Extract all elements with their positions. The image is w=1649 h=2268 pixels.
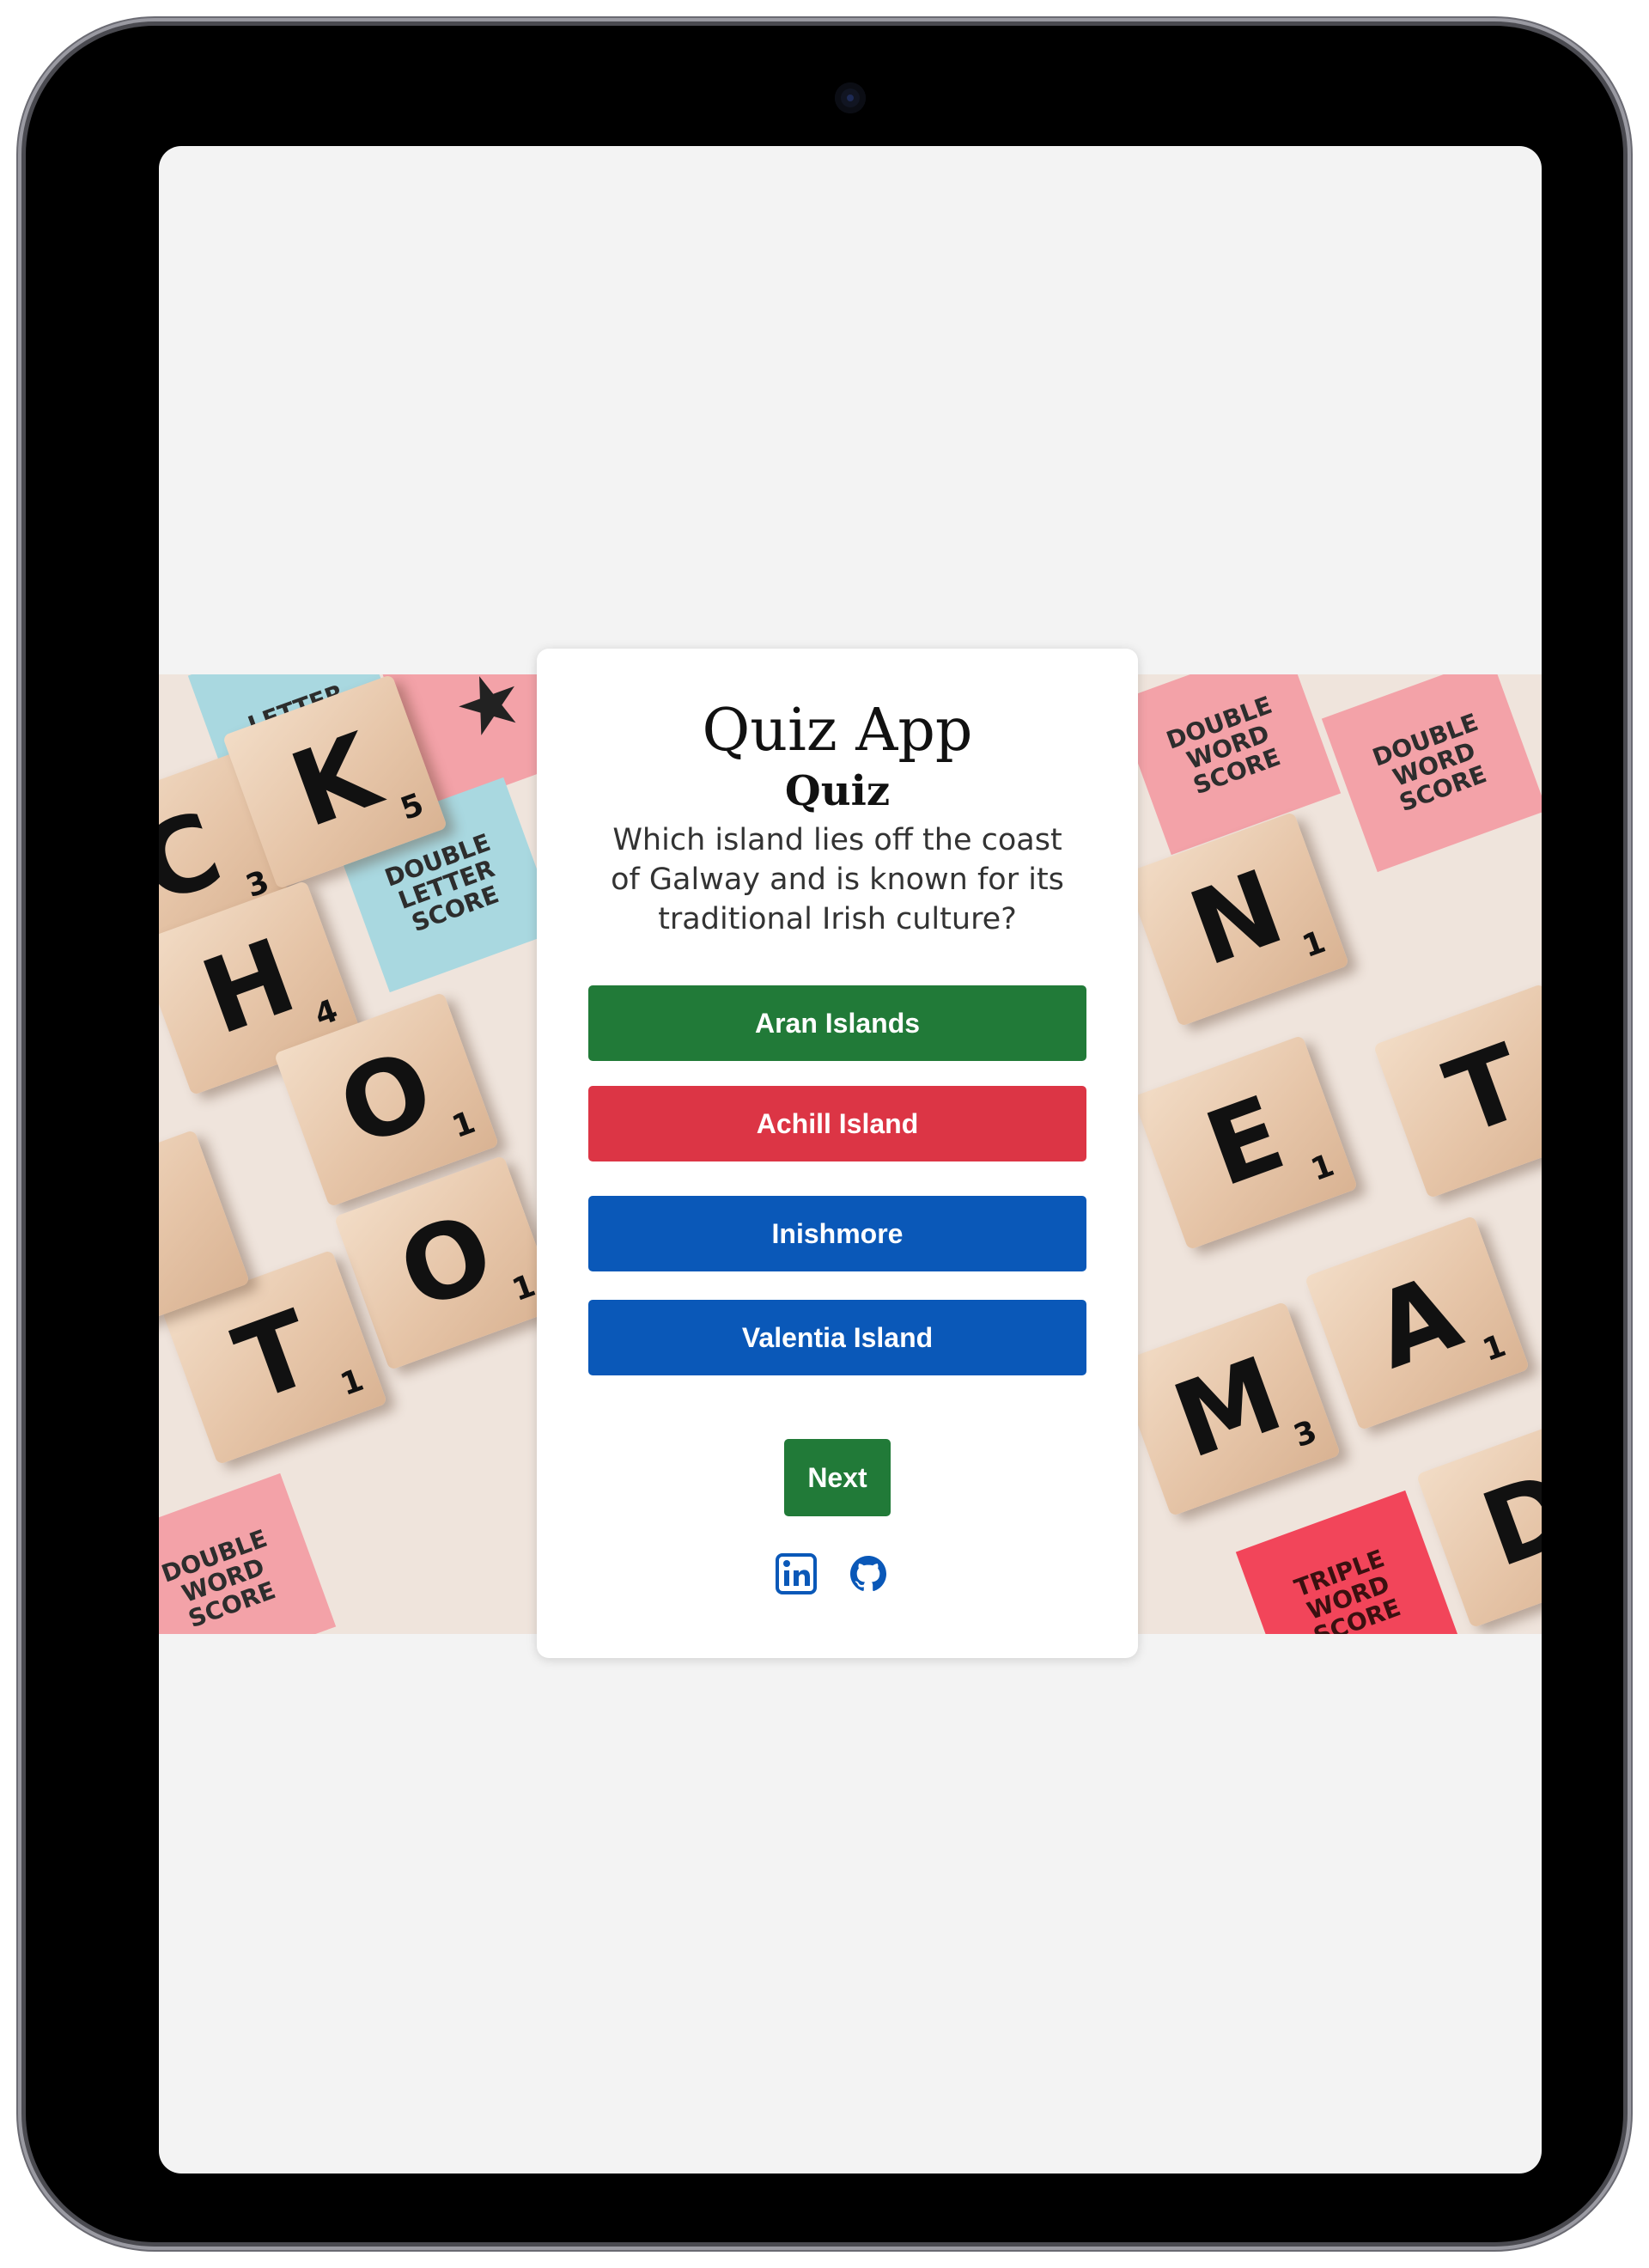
github-icon[interactable]: [848, 1553, 889, 1594]
github-icon-svg: [850, 1556, 886, 1592]
quiz-card: Quiz App Quiz Which island lies off the …: [537, 649, 1138, 1658]
tablet-volume-up-button: [1623, 198, 1630, 292]
answer-button-1[interactable]: Aran Islands: [588, 985, 1086, 1061]
screen: LETTER SCORE ★ DOUBLE LETTER SCORE DOUBL…: [159, 146, 1542, 2174]
answer-button-2[interactable]: Achill Island: [588, 1086, 1086, 1161]
answer-button-3[interactable]: Inishmore: [588, 1196, 1086, 1271]
quiz-heading: Quiz: [784, 767, 891, 815]
premium-square: DOUBLE WORD SCORE: [159, 1472, 337, 1634]
letter-tile: M3: [1115, 1301, 1342, 1517]
premium-square: DOUBLE WORD SCORE: [1115, 674, 1342, 856]
app-title: Quiz App: [702, 697, 973, 765]
linkedin-icon-svg: [776, 1553, 817, 1594]
letter-tile: T: [1372, 983, 1542, 1199]
camera-icon: [835, 82, 866, 113]
tablet-frame: LETTER SCORE ★ DOUBLE LETTER SCORE DOUBL…: [26, 26, 1623, 2242]
answer-button-4[interactable]: Valentia Island: [588, 1300, 1086, 1375]
premium-square: DOUBLE WORD SCORE: [1321, 674, 1542, 873]
next-button[interactable]: Next: [784, 1439, 891, 1516]
linkedin-icon[interactable]: [776, 1553, 817, 1594]
tablet-volume-down-button: [1623, 309, 1630, 404]
letter-tile: E1: [1132, 1034, 1359, 1251]
letter-tile: N1: [1123, 811, 1350, 1027]
question-text: Which island lies off the coast of Galwa…: [611, 823, 1064, 936]
premium-square: TRIPLE WORD SCORE: [1235, 1490, 1462, 1634]
letter-tile: A1: [1304, 1215, 1530, 1431]
